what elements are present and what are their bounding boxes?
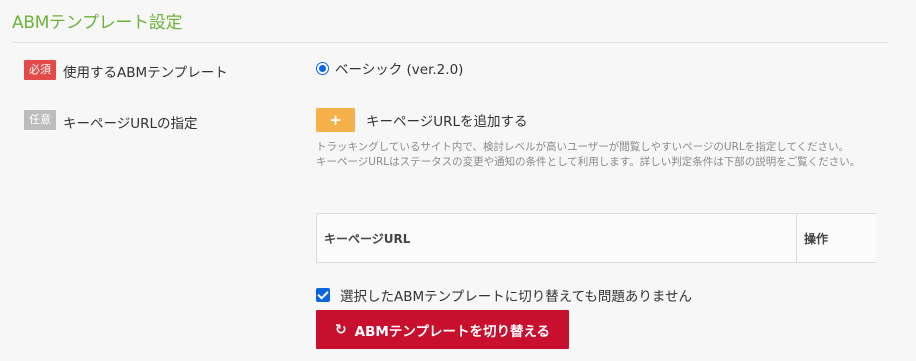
add-key-url-button[interactable]: + <box>316 108 355 132</box>
plus-icon: + <box>329 111 342 129</box>
help-line-2: キーページURLはステータスの変更や通知の条件として利用します。詳しい判定条件は… <box>316 156 861 168</box>
switch-template-button[interactable]: ↻ ABMテンプレートを切り替える <box>316 310 569 349</box>
required-badge: 必須 <box>24 60 56 80</box>
template-radio[interactable] <box>316 61 329 75</box>
divider <box>12 42 888 43</box>
column-header-actions: 操作 <box>804 231 829 246</box>
confirm-checkbox-label[interactable]: 選択したABMテンプレートに切り替えても問題ありません <box>340 285 692 305</box>
optional-badge: 任意 <box>24 110 56 130</box>
switch-template-label: ABMテンプレートを切り替える <box>354 323 551 340</box>
key-url-help-text: トラッキングしているサイト内で、検討レベルが高いユーザーが閲覧しやすいページのU… <box>316 140 864 170</box>
add-key-url-label[interactable]: キーページURLを追加する <box>366 110 528 130</box>
confirm-checkbox[interactable] <box>316 288 330 302</box>
column-header-url: キーページURL <box>317 214 797 262</box>
template-radio-label[interactable]: ベーシック (ver.2.0) <box>335 58 463 78</box>
template-radio-option[interactable]: ベーシック (ver.2.0) <box>316 58 463 78</box>
key-url-label: キーページURLの指定 <box>63 116 198 132</box>
help-line-1: トラッキングしているサイト内で、検討レベルが高いユーザーが閲覧しやすいページのU… <box>316 141 850 153</box>
refresh-icon: ↻ <box>334 321 347 338</box>
template-label: 使用するABMテンプレート <box>63 65 228 81</box>
key-url-table: キーページURL 操作 <box>316 213 876 263</box>
section-title: ABMテンプレート設定 <box>12 13 183 33</box>
confirm-switch-option[interactable]: 選択したABMテンプレートに切り替えても問題ありません <box>316 285 692 305</box>
